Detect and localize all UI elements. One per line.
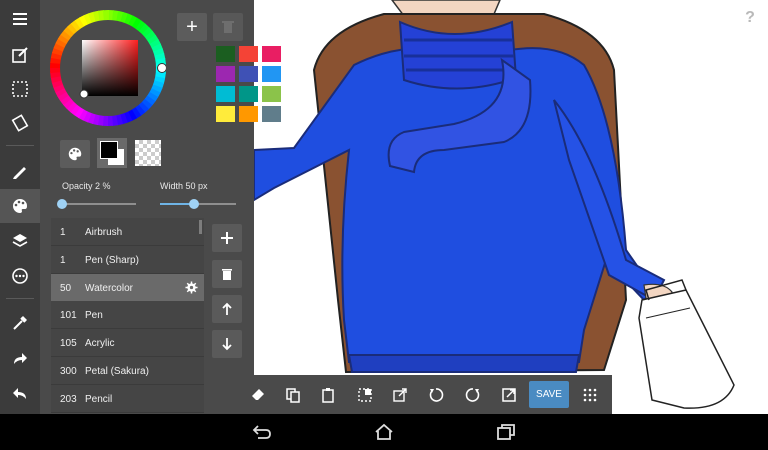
selection-icon[interactable] xyxy=(0,72,40,106)
eraser-icon[interactable] xyxy=(245,382,271,408)
arrow-down-icon xyxy=(222,338,232,351)
save-button[interactable]: SAVE xyxy=(529,381,569,408)
color-swatch[interactable] xyxy=(262,66,281,82)
more-options-icon[interactable] xyxy=(0,259,40,293)
brush-name: Pen xyxy=(85,310,103,322)
transform-icon[interactable] xyxy=(0,106,40,140)
artwork xyxy=(254,0,735,409)
menu-icon[interactable] xyxy=(0,2,40,36)
color-swatch[interactable] xyxy=(216,66,235,82)
edit-canvas-icon[interactable] xyxy=(0,38,40,72)
paste-icon[interactable] xyxy=(315,382,341,408)
brush-size: 203 xyxy=(60,393,77,405)
toolbar-divider xyxy=(6,145,34,146)
brush-size: 101 xyxy=(60,310,77,322)
move-brush-up-button[interactable] xyxy=(212,295,242,323)
color-wheel[interactable] xyxy=(50,10,167,126)
palette-icon[interactable] xyxy=(0,189,40,223)
palette-icon xyxy=(68,147,82,161)
rotate-left-icon[interactable] xyxy=(423,382,449,408)
eyedropper-icon[interactable] xyxy=(0,306,40,340)
add-brush-button[interactable] xyxy=(212,224,242,252)
brush-list-item[interactable]: 203 Pencil xyxy=(51,384,204,413)
transparent-color-swatch[interactable] xyxy=(135,140,161,166)
opacity-label: Opacity 2 % xyxy=(62,181,111,191)
trash-icon xyxy=(222,269,232,280)
help-icon[interactable]: ? xyxy=(740,8,760,28)
width-slider-knob[interactable] xyxy=(189,199,200,209)
color-swatch[interactable] xyxy=(262,46,281,62)
brush-panel: + Opacity 2 % Width 50 px 1 Airbrush 1 Pen … xyxy=(40,0,281,414)
grid-menu-icon[interactable] xyxy=(577,382,603,408)
rotate-right-icon[interactable] xyxy=(460,382,486,408)
delete-brush-button[interactable] xyxy=(212,260,242,288)
foreground-background-swatch[interactable] xyxy=(97,138,127,168)
layers-icon[interactable] xyxy=(0,224,40,258)
foreground-color xyxy=(100,141,118,159)
pen-icon[interactable] xyxy=(0,154,40,188)
color-swatch[interactable] xyxy=(239,106,258,122)
system-nav-bar xyxy=(0,414,768,450)
brush-list-item[interactable]: 300 Petal (Sakura) xyxy=(51,357,204,385)
color-palette-button[interactable] xyxy=(60,140,90,168)
brush-name: Petal (Sakura) xyxy=(85,366,149,377)
bottom-toolbar: SAVE xyxy=(240,375,612,414)
brush-list-scrollbar[interactable] xyxy=(199,220,202,234)
color-swatch[interactable] xyxy=(262,106,281,122)
color-swatch[interactable] xyxy=(216,86,235,102)
recents-icon[interactable] xyxy=(495,422,517,442)
width-label: Width 50 px xyxy=(160,181,208,191)
color-swatch[interactable] xyxy=(216,106,235,122)
gear-icon[interactable] xyxy=(185,281,198,294)
brush-name: Pen (Sharp) xyxy=(85,254,139,266)
brush-list-item[interactable]: 105 Acrylic xyxy=(51,329,204,358)
brush-size: 50 xyxy=(60,282,72,294)
delete-swatch-button[interactable] xyxy=(213,13,243,41)
home-icon[interactable] xyxy=(373,422,395,442)
back-icon[interactable] xyxy=(251,422,273,442)
width-slider[interactable] xyxy=(160,199,236,209)
arrow-up-icon xyxy=(222,302,232,315)
toolbar-divider xyxy=(6,298,34,299)
color-swatch[interactable] xyxy=(239,46,258,62)
brush-size: 1 xyxy=(60,227,66,238)
brush-size: 300 xyxy=(60,366,77,377)
redo-icon[interactable] xyxy=(0,342,40,376)
open-external-icon[interactable] xyxy=(496,382,522,408)
brush-name: Airbrush xyxy=(85,227,123,238)
move-brush-down-button[interactable] xyxy=(212,330,242,358)
trash-icon xyxy=(222,21,234,33)
brush-size: 1 xyxy=(60,254,66,266)
drawing-canvas[interactable]: ? xyxy=(254,0,768,414)
left-toolbar xyxy=(0,0,40,414)
plus-icon xyxy=(221,232,233,244)
color-swatch[interactable] xyxy=(239,86,258,102)
opacity-slider-knob[interactable] xyxy=(56,199,67,209)
brush-name: Watercolor xyxy=(85,282,133,294)
color-swatch[interactable] xyxy=(239,66,258,82)
color-swatch[interactable] xyxy=(262,86,281,102)
undo-icon[interactable] xyxy=(0,377,40,411)
brush-name: Acrylic xyxy=(85,338,115,350)
brush-size: 105 xyxy=(60,338,77,350)
brush-list-item[interactable]: 1 Pen (Sharp) xyxy=(51,245,204,274)
color-swatch[interactable] xyxy=(216,46,235,62)
brush-name: Pencil xyxy=(85,393,113,405)
brush-list-item[interactable]: 101 Pen xyxy=(51,301,204,330)
copy-icon[interactable] xyxy=(280,382,306,408)
export-icon[interactable] xyxy=(387,382,413,408)
brush-list-item[interactable]: 1 Airbrush xyxy=(51,218,204,246)
opacity-slider[interactable] xyxy=(56,199,136,209)
select-layer-icon[interactable] xyxy=(352,382,378,408)
add-swatch-button[interactable]: + xyxy=(177,13,207,41)
brush-list: 1 Airbrush 1 Pen (Sharp) 50 Watercolor 101 Pen 1… xyxy=(51,218,204,414)
brush-list-item[interactable]: 50 Watercolor xyxy=(51,273,204,302)
